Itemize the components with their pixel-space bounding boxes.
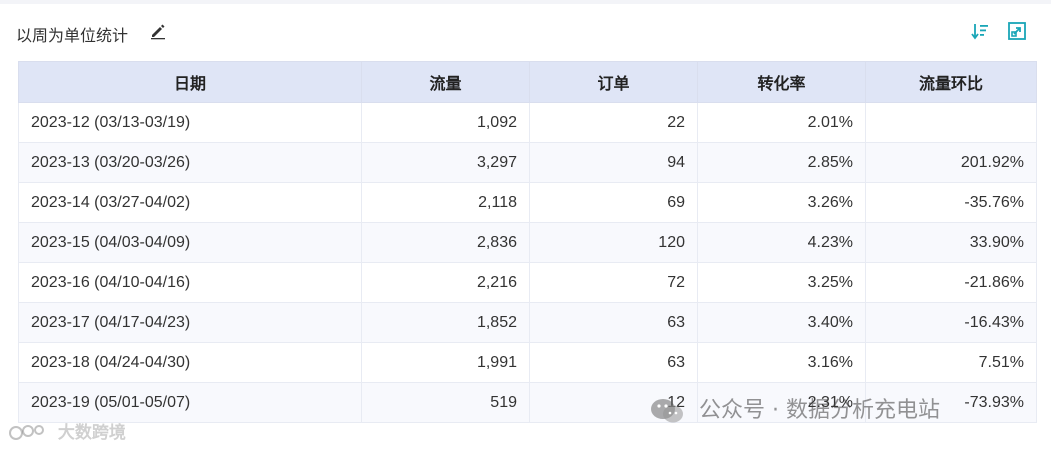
cell-date: 2023-12 (03/13-03/19): [18, 102, 362, 143]
cell-traffic: 2,216: [361, 262, 530, 303]
column-header-traffic[interactable]: 流量: [361, 61, 530, 103]
column-header-date[interactable]: 日期: [18, 61, 362, 103]
cell-orders: 72: [529, 262, 698, 303]
cell-date: 2023-19 (05/01-05/07): [18, 382, 362, 423]
cell-traffic-change: -21.86%: [865, 262, 1037, 303]
table-header-row: 日期 流量 订单 转化率 流量环比: [18, 61, 1037, 103]
cell-conversion-rate: 2.01%: [697, 102, 866, 143]
pen-icon[interactable]: [149, 22, 167, 40]
cell-traffic-change: 201.92%: [865, 142, 1037, 183]
watermark-left: 大数跨境: [8, 418, 148, 448]
cell-traffic: 3,297: [361, 142, 530, 183]
cell-traffic-change: -35.76%: [865, 182, 1037, 223]
cell-date: 2023-14 (03/27-04/02): [18, 182, 362, 223]
brand-logo-icon: [8, 422, 52, 444]
cell-traffic-change: 33.90%: [865, 222, 1037, 263]
cell-traffic: 1,991: [361, 342, 530, 383]
cell-orders: 22: [529, 102, 698, 143]
table-row: 2023-12 (03/13-03/19) 1,092 22 2.01%: [18, 102, 1037, 143]
cell-orders: 94: [529, 142, 698, 183]
cell-orders: 63: [529, 302, 698, 343]
cell-traffic-change: -16.43%: [865, 302, 1037, 343]
cell-date: 2023-18 (04/24-04/30): [18, 342, 362, 383]
cell-orders: 120: [529, 222, 698, 263]
sort-descending-icon[interactable]: [970, 21, 990, 41]
cell-conversion-rate: 3.40%: [697, 302, 866, 343]
table-row: 2023-15 (04/03-04/09) 2,836 120 4.23% 33…: [18, 222, 1037, 263]
column-header-traffic-change[interactable]: 流量环比: [865, 61, 1037, 103]
cell-conversion-rate: 3.25%: [697, 262, 866, 303]
watermark-right-text: 公众号 · 数据分析充电站: [699, 398, 940, 423]
cell-traffic-change: 7.51%: [865, 342, 1037, 383]
cell-conversion-rate: 3.26%: [697, 182, 866, 223]
table-row: 2023-17 (04/17-04/23) 1,852 63 3.40% -16…: [18, 302, 1037, 343]
cell-conversion-rate: 4.23%: [697, 222, 866, 263]
cell-traffic: 2,118: [361, 182, 530, 223]
watermark-right: 公众号 · 数据分析充电站: [648, 392, 940, 428]
column-header-conversion-rate[interactable]: 转化率: [697, 61, 866, 103]
table-row: 2023-16 (04/10-04/16) 2,216 72 3.25% -21…: [18, 262, 1037, 303]
cell-traffic: 2,836: [361, 222, 530, 263]
cell-traffic: 519: [361, 382, 530, 423]
cell-conversion-rate: 2.85%: [697, 142, 866, 183]
weekly-stats-table: 日期 流量 订单 转化率 流量环比 2023-12 (03/13-03/19) …: [18, 61, 1037, 423]
wechat-icon: [648, 396, 686, 426]
table-row: 2023-14 (03/27-04/02) 2,118 69 3.26% -35…: [18, 182, 1037, 223]
table-row: 2023-13 (03/20-03/26) 3,297 94 2.85% 201…: [18, 142, 1037, 183]
cell-conversion-rate: 3.16%: [697, 342, 866, 383]
panel-header: 以周为单位统计: [0, 4, 1051, 56]
watermark-left-text: 大数跨境: [57, 423, 126, 443]
cell-traffic: 1,852: [361, 302, 530, 343]
cell-orders: 69: [529, 182, 698, 223]
cell-traffic: 1,092: [361, 102, 530, 143]
column-header-orders[interactable]: 订单: [529, 61, 698, 103]
expand-icon[interactable]: [1007, 21, 1027, 41]
table-row: 2023-18 (04/24-04/30) 1,991 63 3.16% 7.5…: [18, 342, 1037, 383]
cell-date: 2023-16 (04/10-04/16): [18, 262, 362, 303]
cell-date: 2023-13 (03/20-03/26): [18, 142, 362, 183]
cell-orders: 63: [529, 342, 698, 383]
panel-title: 以周为单位统计: [16, 26, 129, 45]
cell-date: 2023-15 (04/03-04/09): [18, 222, 362, 263]
cell-traffic-change: [865, 102, 1037, 143]
cell-date: 2023-17 (04/17-04/23): [18, 302, 362, 343]
